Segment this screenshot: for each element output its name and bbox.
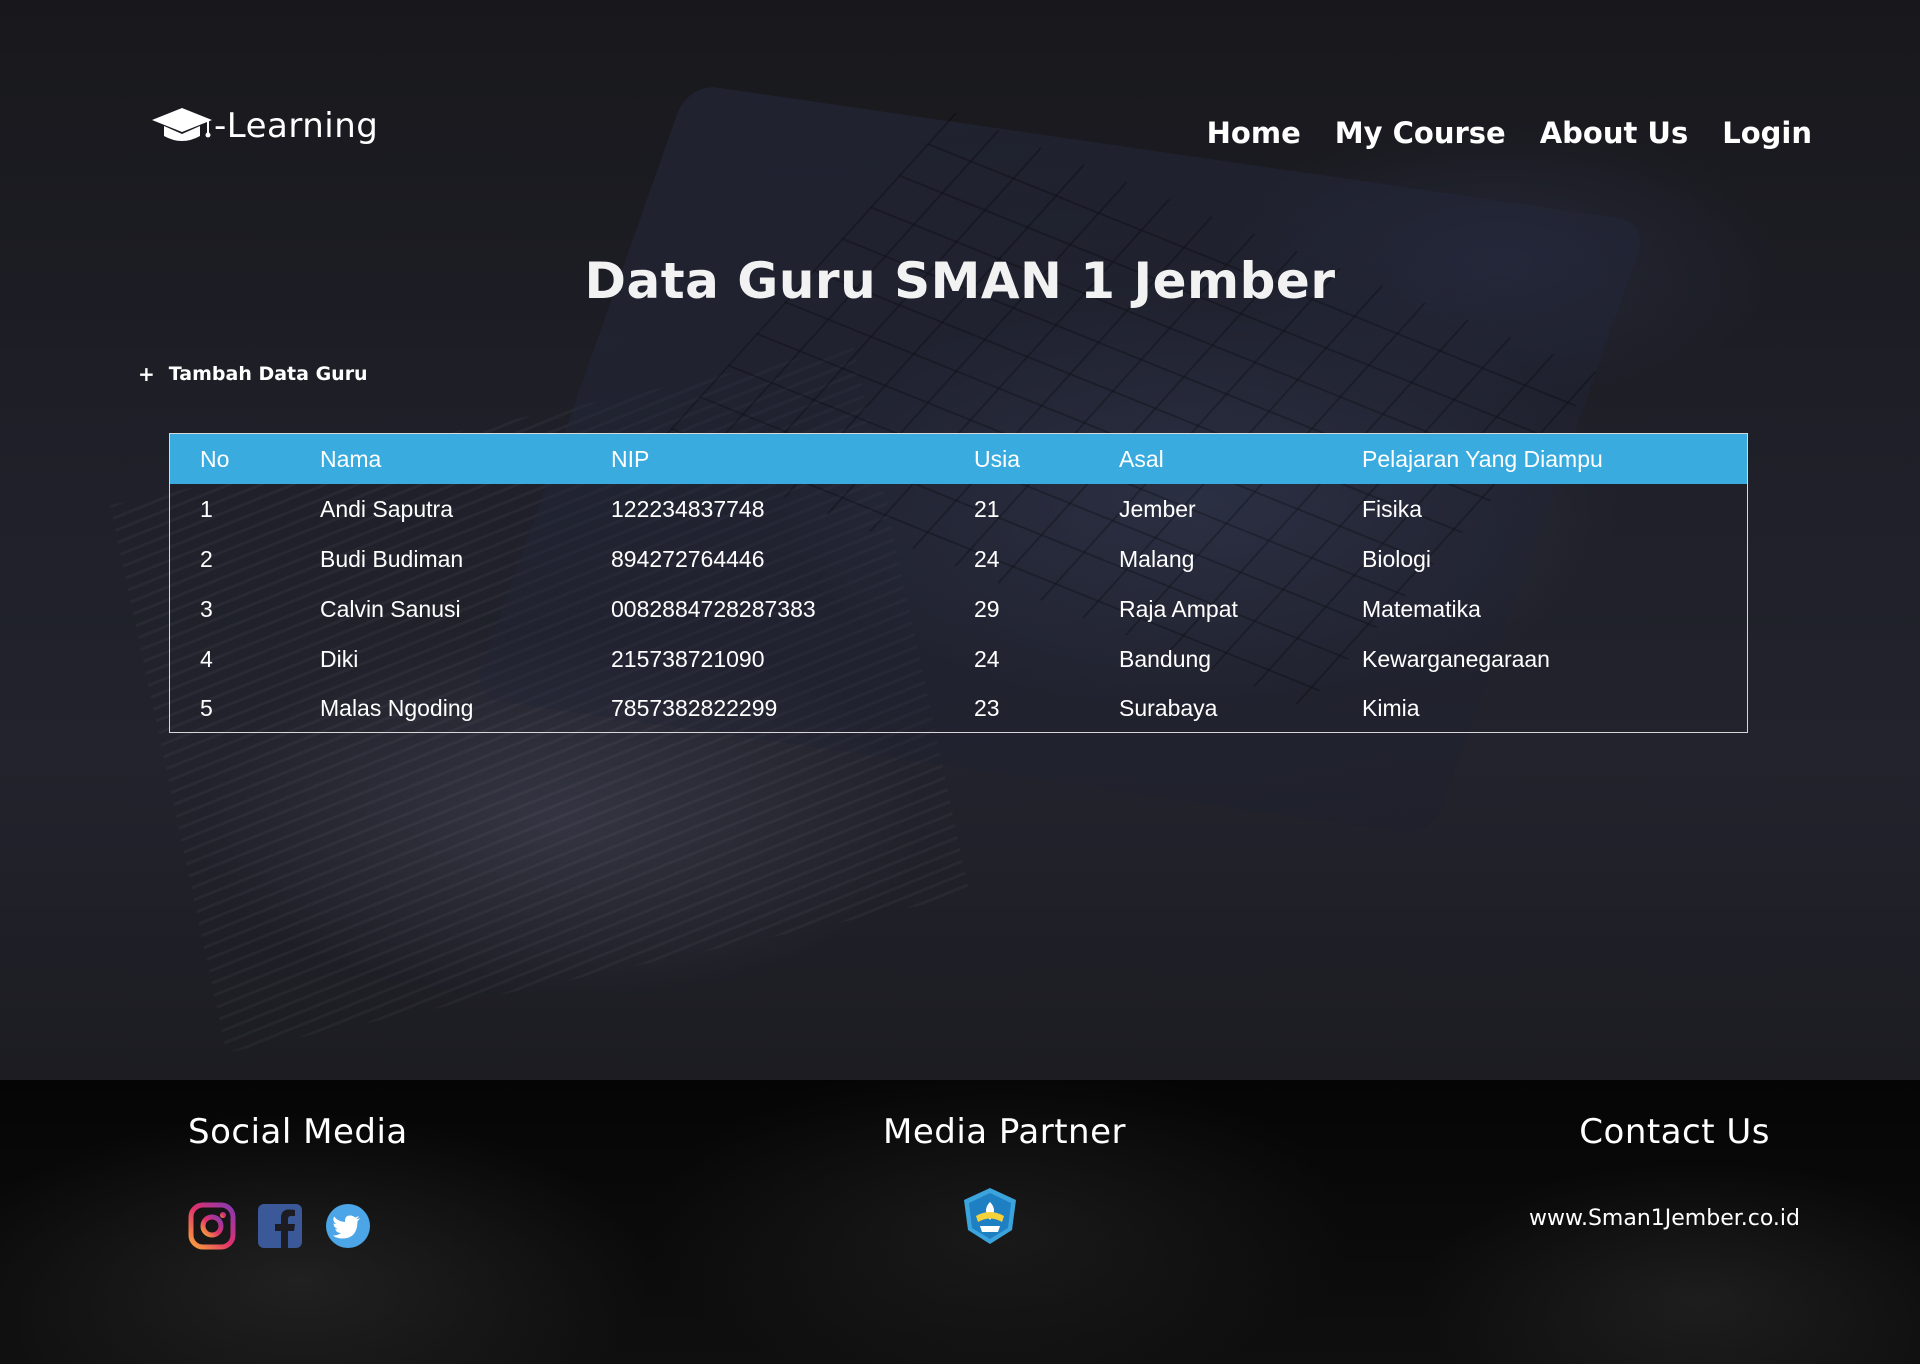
column-header-no: No xyxy=(200,445,230,472)
cell-nama: Budi Budiman xyxy=(320,545,464,572)
social-media-heading: Social Media xyxy=(188,1112,408,1152)
table-header-row: No Nama NIP Usia Asal Pelajaran Yang Dia… xyxy=(170,434,1747,484)
cell-pelajaran: Matematika xyxy=(1362,595,1481,622)
cell-no: 3 xyxy=(200,595,213,622)
cell-no: 4 xyxy=(200,645,213,672)
plus-icon: + xyxy=(138,362,155,386)
cell-pelajaran: Fisika xyxy=(1362,495,1423,522)
table-row: 1 Andi Saputra 122234837748 21 Jember Fi… xyxy=(170,484,1747,534)
media-partner-heading: Media Partner xyxy=(883,1112,1126,1152)
cell-asal: Surabaya xyxy=(1119,694,1218,721)
page-title: Data Guru SMAN 1 Jember xyxy=(584,252,1336,310)
cell-nip: 7857382822299 xyxy=(611,694,778,721)
cell-nama: Calvin Sanusi xyxy=(320,595,461,622)
cell-pelajaran: Kimia xyxy=(1362,694,1420,721)
column-header-nip: NIP xyxy=(611,445,650,472)
tut-wuri-handayani-logo xyxy=(964,1188,1016,1244)
page: -Learning Home My Course About Us Login … xyxy=(0,0,1920,1364)
brand-name: -Learning xyxy=(214,106,379,146)
column-header-pelajaran: Pelajaran Yang Diampu xyxy=(1362,445,1603,472)
cell-asal: Bandung xyxy=(1119,645,1212,672)
graduation-cap-icon xyxy=(152,108,212,141)
cell-pelajaran: Kewarganegaraan xyxy=(1362,645,1550,672)
facebook-icon[interactable] xyxy=(256,1202,304,1250)
cell-usia: 24 xyxy=(974,645,1000,672)
column-header-nama: Nama xyxy=(320,445,382,472)
cell-usia: 24 xyxy=(974,545,1000,572)
cell-nip: 894272764446 xyxy=(611,545,765,572)
nav-about-us[interactable]: About Us xyxy=(1540,116,1689,150)
cell-usia: 23 xyxy=(974,694,1000,721)
cell-nama: Diki xyxy=(320,645,359,672)
cell-pelajaran: Biologi xyxy=(1362,545,1432,572)
cell-no: 1 xyxy=(200,495,213,522)
table-row: 2 Budi Budiman 894272764446 24 Malang Bi… xyxy=(170,534,1747,584)
cell-asal: Jember xyxy=(1119,495,1196,522)
cell-asal: Raja Ampat xyxy=(1119,595,1238,622)
twitter-icon[interactable] xyxy=(324,1202,372,1250)
column-header-asal: Asal xyxy=(1119,445,1164,472)
cell-no: 5 xyxy=(200,694,213,721)
social-icons xyxy=(188,1202,372,1250)
table-row: 4 Diki 215738721090 24 Bandung Kewargane… xyxy=(170,634,1747,684)
cell-nama: Malas Ngoding xyxy=(320,694,474,721)
contact-website-link[interactable]: www.Sman1Jember.co.id xyxy=(1529,1206,1800,1231)
column-header-usia: Usia xyxy=(974,445,1021,472)
nav-my-course[interactable]: My Course xyxy=(1335,116,1506,150)
add-teacher-button[interactable]: + Tambah Data Guru xyxy=(138,362,368,386)
brand-logo[interactable]: -Learning xyxy=(150,104,378,148)
table-row: 5 Malas Ngoding 7857382822299 23 Surabay… xyxy=(170,684,1747,732)
cell-no: 2 xyxy=(200,545,213,572)
table-row: 3 Calvin Sanusi 0082884728287383 29 Raja… xyxy=(170,584,1747,634)
nav-login[interactable]: Login xyxy=(1722,116,1812,150)
contact-us-heading: Contact Us xyxy=(1579,1112,1770,1152)
teacher-table: No Nama NIP Usia Asal Pelajaran Yang Dia… xyxy=(169,433,1748,733)
cell-nip: 122234837748 xyxy=(611,495,765,522)
cell-nip: 215738721090 xyxy=(611,645,765,672)
cell-nama: Andi Saputra xyxy=(320,495,453,522)
cell-usia: 21 xyxy=(974,495,1000,522)
main-nav: Home My Course About Us Login xyxy=(1207,116,1812,150)
cell-nip: 0082884728287383 xyxy=(611,595,816,622)
cell-usia: 29 xyxy=(974,595,1000,622)
cell-asal: Malang xyxy=(1119,545,1195,572)
nav-home[interactable]: Home xyxy=(1207,116,1301,150)
instagram-icon[interactable] xyxy=(188,1202,236,1250)
add-teacher-label: Tambah Data Guru xyxy=(168,363,368,385)
